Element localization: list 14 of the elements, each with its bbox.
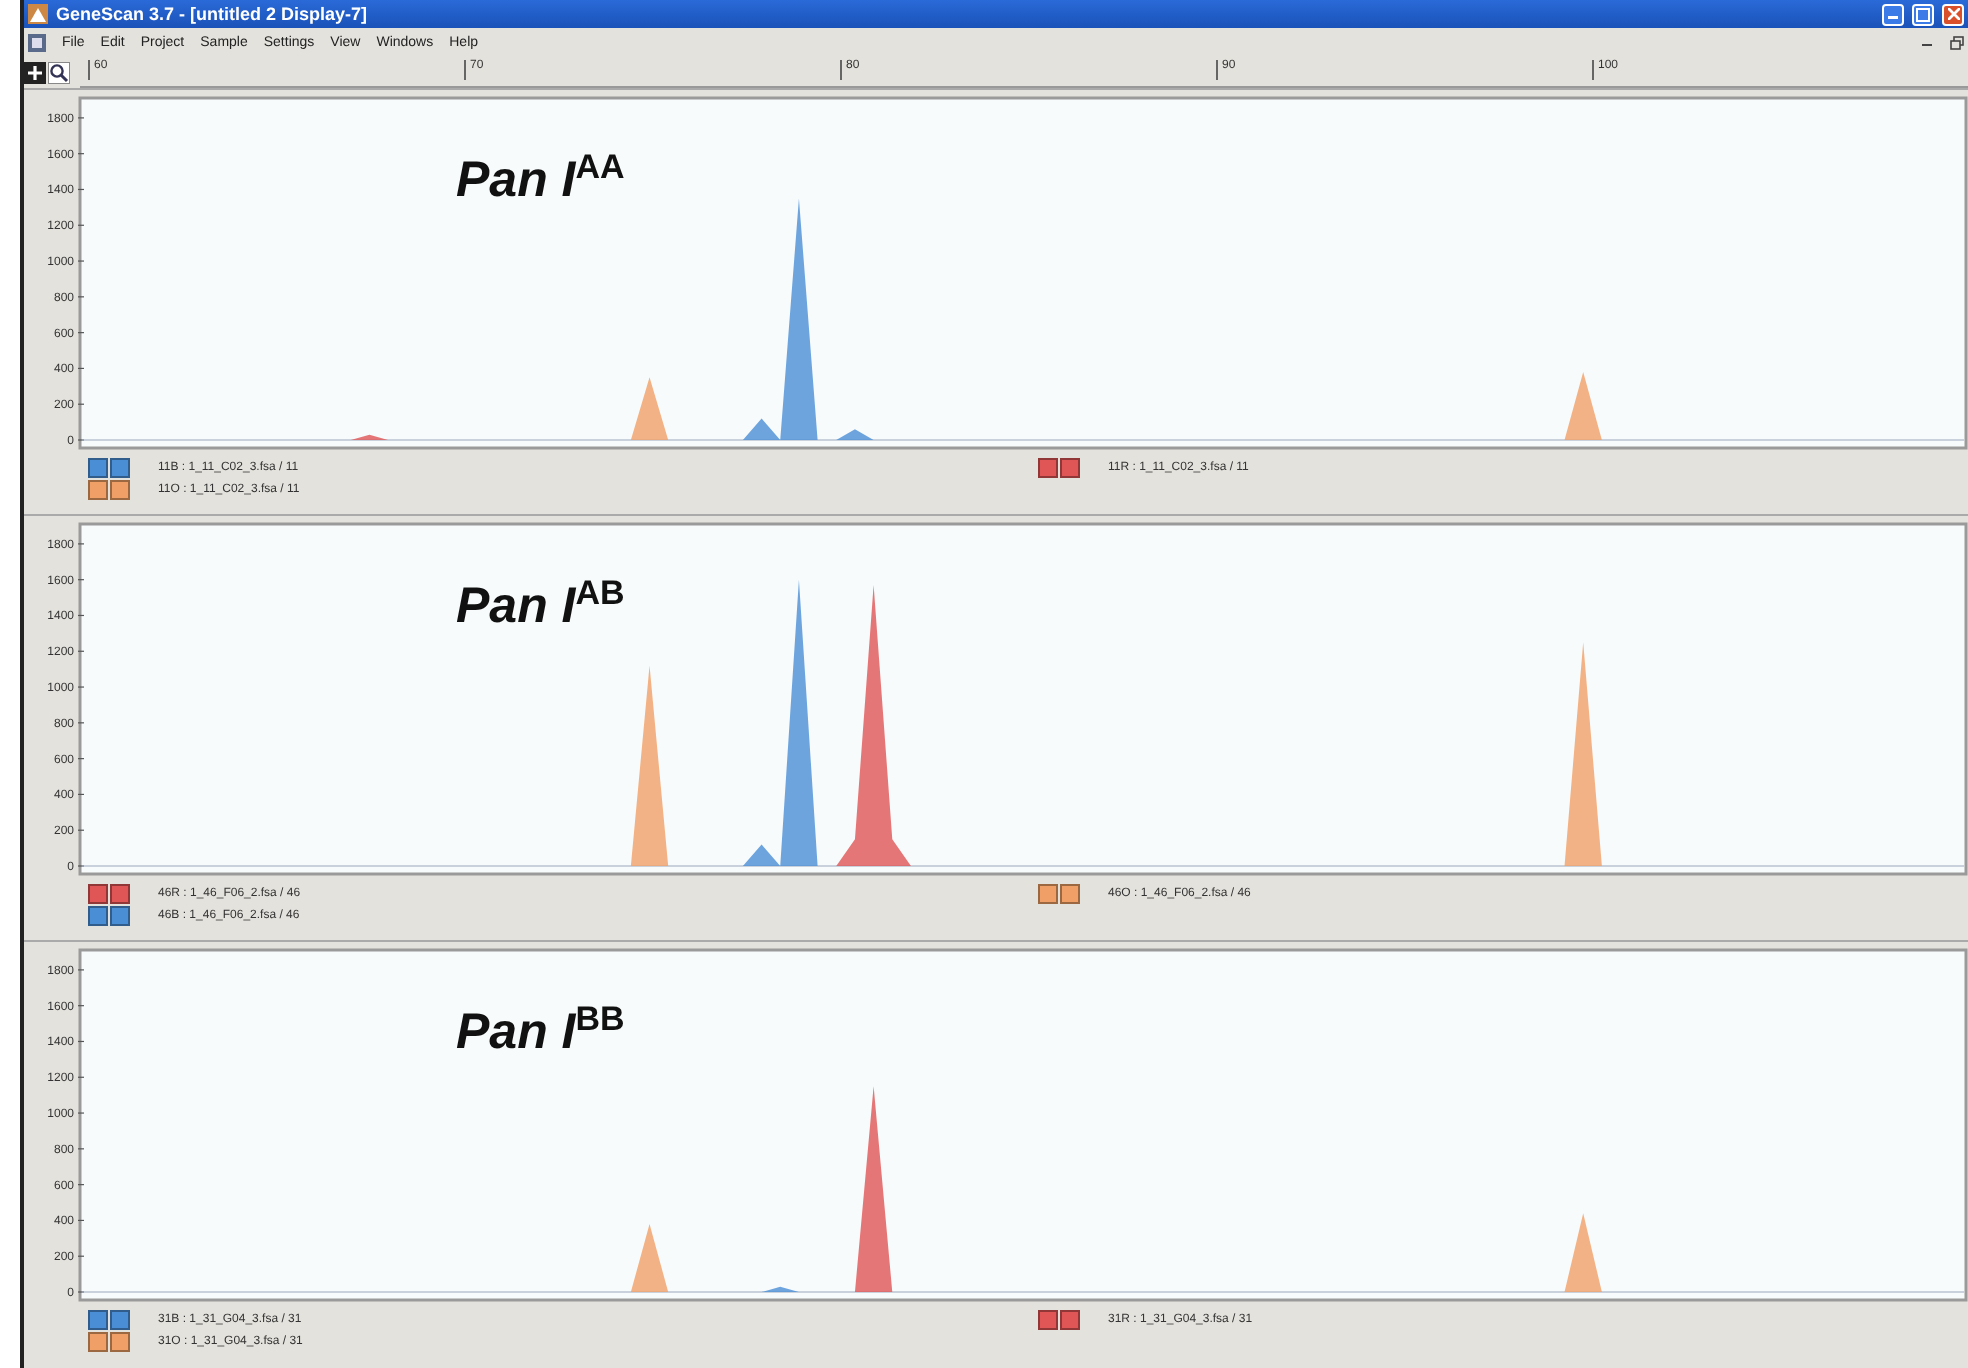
- search-icon[interactable]: [48, 61, 70, 83]
- chart-title: Pan I$^{BB}$: [456, 1000, 625, 1062]
- maximize-icon: [1916, 7, 1930, 21]
- minimize-button[interactable]: [1882, 3, 1904, 25]
- app-icon: [28, 4, 48, 24]
- restore-icon[interactable]: [1950, 35, 1964, 49]
- document-icon: [28, 33, 46, 51]
- plus-icon[interactable]: [24, 61, 46, 83]
- chart-title: Pan I$^{AB}$: [456, 574, 625, 636]
- close-button[interactable]: [1942, 3, 1964, 25]
- close-icon: [1947, 8, 1959, 20]
- window-title: GeneScan 3.7 - [untitled 2 Display-7]: [56, 4, 370, 24]
- maximize-button[interactable]: [1912, 3, 1934, 25]
- chart-title: Pan I$^{AA}$: [456, 148, 625, 210]
